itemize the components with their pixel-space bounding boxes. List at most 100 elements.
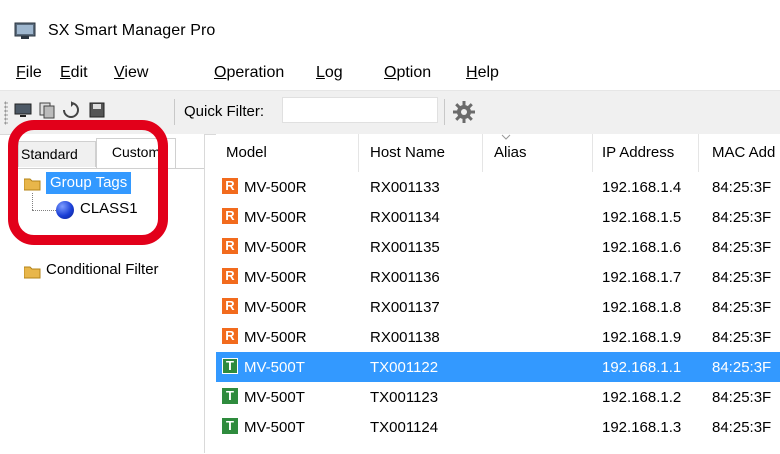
cell-mac-address: 84:25:3F (712, 239, 772, 256)
table-row[interactable]: R MV-500R RX001137 192.168.1.8 84:25:3F (216, 292, 780, 322)
cell-host-name: RX001136 (370, 269, 440, 286)
column-header-ip-address[interactable]: IP Address (602, 144, 674, 161)
refresh-icon[interactable] (62, 101, 80, 119)
column-divider[interactable] (592, 134, 593, 172)
menu-operation-label: peration (226, 64, 285, 81)
column-divider[interactable] (358, 134, 359, 172)
cell-ip-address: 192.168.1.5 (602, 209, 682, 226)
column-header-alias[interactable]: Alias (494, 144, 527, 161)
save-icon[interactable] (88, 101, 106, 119)
cell-model: MV-500R (244, 209, 307, 226)
cell-mac-address: 84:25:3F (712, 329, 772, 346)
tree-node-conditional-filter[interactable]: Conditional Filter (46, 261, 159, 278)
cell-ip-address: 192.168.1.2 (602, 389, 682, 406)
device-table: Model Host Name Alias IP Address MAC Add… (216, 134, 780, 453)
menu-log[interactable]: Log (316, 64, 343, 82)
cell-host-name: RX001133 (370, 179, 440, 196)
receiver-badge-icon: R (222, 238, 238, 254)
cell-ip-address: 192.168.1.4 (602, 179, 682, 196)
transmitter-badge-icon: T (222, 358, 238, 374)
cell-ip-address: 192.168.1.7 (602, 269, 682, 286)
cell-host-name: RX001138 (370, 329, 440, 346)
cell-mac-address: 84:25:3F (712, 269, 772, 286)
cell-ip-address: 192.168.1.9 (602, 329, 682, 346)
cell-model: MV-500T (244, 359, 305, 376)
receiver-badge-icon: R (222, 208, 238, 224)
menu-log-mnemonic: L (316, 64, 325, 81)
menu-option-mnemonic: O (384, 64, 397, 81)
cell-host-name: RX001137 (370, 299, 440, 316)
column-header-model[interactable]: Model (226, 144, 267, 161)
cell-model: MV-500R (244, 179, 307, 196)
table-row-selected[interactable]: T MV-500T TX001122 192.168.1.1 84:25:3F (216, 352, 780, 382)
table-row[interactable]: R MV-500R RX001135 192.168.1.6 84:25:3F (216, 232, 780, 262)
column-divider[interactable] (698, 134, 699, 172)
menu-view[interactable]: View (114, 64, 148, 82)
transmitter-badge-icon: T (222, 418, 238, 434)
cell-ip-address: 192.168.1.8 (602, 299, 682, 316)
folder-icon (24, 266, 41, 279)
receiver-badge-icon: R (222, 328, 238, 344)
menu-log-label: og (324, 64, 343, 81)
menu-edit[interactable]: Edit (60, 64, 88, 82)
menu-option-label: ption (396, 64, 432, 81)
cell-host-name: RX001135 (370, 239, 440, 256)
display-icon[interactable] (14, 101, 32, 119)
receiver-badge-icon: R (222, 178, 238, 194)
cell-model: MV-500T (244, 419, 305, 436)
menu-help-label: elp (477, 64, 499, 81)
table-row[interactable]: R MV-500R RX001134 192.168.1.5 84:25:3F (216, 202, 780, 232)
cell-ip-address: 192.168.1.6 (602, 239, 682, 256)
menu-view-mnemonic: V (114, 64, 125, 81)
transmitter-badge-icon: T (222, 388, 238, 404)
title-bar: SX Smart Manager Pro (0, 0, 780, 56)
toolbar-separator (174, 99, 175, 125)
table-row[interactable]: R MV-500R RX001136 192.168.1.7 84:25:3F (216, 262, 780, 292)
menu-help[interactable]: Help (466, 64, 499, 82)
app-monitor-icon (14, 22, 36, 39)
quick-filter-label: Quick Filter: (184, 103, 265, 120)
cell-host-name: TX001122 (370, 359, 439, 376)
menu-view-label: iew (124, 64, 149, 81)
menu-file-label: ile (25, 64, 42, 81)
cell-ip-address: 192.168.1.1 (602, 359, 682, 376)
annotation-highlight-ring (8, 120, 168, 245)
menu-option[interactable]: Option (384, 64, 431, 82)
cell-host-name: TX001123 (370, 389, 439, 406)
cell-model: MV-500T (244, 389, 305, 406)
table-row[interactable]: R MV-500R RX001138 192.168.1.9 84:25:3F (216, 322, 780, 352)
menu-operation[interactable]: Operation (214, 64, 284, 82)
cell-mac-address: 84:25:3F (712, 419, 772, 436)
table-row[interactable]: T MV-500T TX001124 192.168.1.3 84:25:3F (216, 412, 780, 442)
cell-model: MV-500R (244, 329, 307, 346)
column-header-host-name[interactable]: Host Name (370, 144, 445, 161)
menu-help-mnemonic: H (466, 64, 478, 81)
column-header-mac-address[interactable]: MAC Add (712, 144, 775, 161)
cell-host-name: RX001134 (370, 209, 440, 226)
receiver-badge-icon: R (222, 268, 238, 284)
quick-filter-input[interactable] (282, 97, 438, 123)
cell-model: MV-500R (244, 239, 307, 256)
cell-model: MV-500R (244, 299, 307, 316)
cell-mac-address: 84:25:3F (712, 359, 772, 376)
settings-gear-icon[interactable] (452, 100, 476, 124)
toolbar-separator-2 (444, 99, 445, 125)
menu-edit-label: dit (70, 64, 88, 81)
cell-mac-address: 84:25:3F (712, 179, 772, 196)
table-row[interactable]: T MV-500T TX001123 192.168.1.2 84:25:3F (216, 382, 780, 412)
copy-icon[interactable] (38, 101, 56, 119)
menu-file[interactable]: File (16, 64, 42, 82)
cell-host-name: TX001124 (370, 419, 439, 436)
cell-mac-address: 84:25:3F (712, 299, 772, 316)
table-row[interactable]: R MV-500R RX001133 192.168.1.4 84:25:3F (216, 172, 780, 202)
menu-file-mnemonic: F (16, 64, 26, 81)
cell-ip-address: 192.168.1.3 (602, 419, 682, 436)
cell-model: MV-500R (244, 269, 307, 286)
sort-chevron-icon (501, 134, 511, 140)
toolbar-grip[interactable] (4, 101, 8, 125)
column-divider[interactable] (482, 134, 483, 172)
cell-mac-address: 84:25:3F (712, 389, 772, 406)
receiver-badge-icon: R (222, 298, 238, 314)
menu-edit-mnemonic: E (60, 64, 71, 81)
cell-mac-address: 84:25:3F (712, 209, 772, 226)
